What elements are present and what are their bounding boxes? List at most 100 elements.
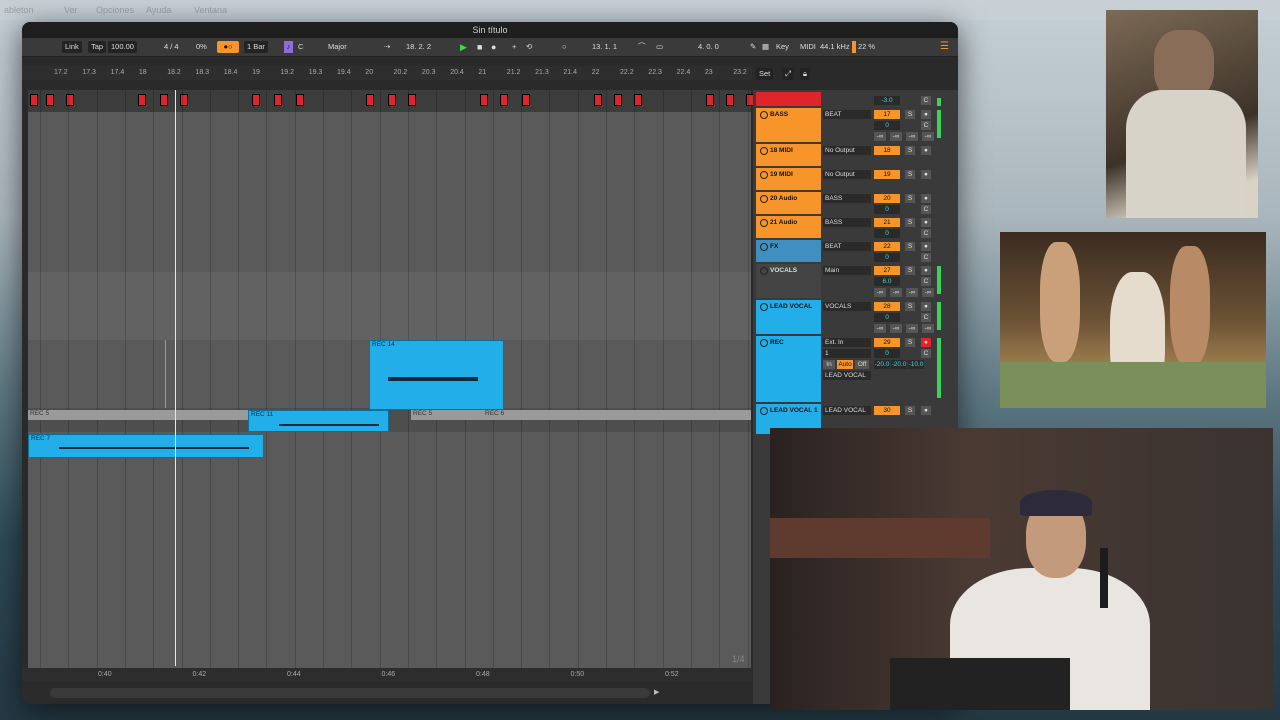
peak-level[interactable]: -∞ [890,324,902,333]
set-button[interactable]: Set [756,68,774,80]
send-field[interactable]: -20.0 [874,360,890,369]
routing-select[interactable]: LEAD VOCAL [823,406,871,415]
routing-select[interactable]: No Output [823,170,871,179]
arm-button[interactable]: ● [921,338,931,347]
track-number[interactable]: 27 [874,266,900,275]
volume-field[interactable]: 0 [874,205,900,214]
volume-field[interactable]: 0 [874,349,900,358]
playhead[interactable] [175,90,176,666]
solo-button[interactable]: S [905,110,915,119]
fold-icon[interactable] [760,171,768,179]
midi-note-marker[interactable] [46,94,54,106]
tempo-field[interactable]: 100.00 [108,41,137,53]
peak-level[interactable]: -∞ [890,132,902,141]
peak-level[interactable]: -∞ [874,132,886,141]
solo-button[interactable]: S [905,266,915,275]
track-header[interactable]: 21 Audio [756,216,821,238]
audio-clip[interactable]: REC 5 [28,410,248,420]
routing-select[interactable]: Ext. In [823,338,871,347]
midi-note-marker[interactable] [614,94,622,106]
midi-note-marker[interactable] [594,94,602,106]
menu-item[interactable]: Opciones [96,5,134,15]
solo-button[interactable]: S [905,194,915,203]
solo-button[interactable]: S [905,218,915,227]
scroll-right-icon[interactable]: ▶ [654,688,659,696]
input-channel-select[interactable]: 1 [823,349,871,358]
output-select[interactable]: LEAD VOCAL [823,371,871,380]
follow-icon[interactable]: ⇢ [384,41,390,53]
track-number[interactable]: 30 [874,406,900,415]
routing-select[interactable]: BASS [823,218,871,227]
arm-button[interactable]: ● [921,110,931,119]
fold-icon[interactable] [760,147,768,155]
menu-item[interactable]: Ayuda [146,5,171,15]
arm-button[interactable]: ● [921,170,931,179]
midi-note-marker[interactable] [726,94,734,106]
monitor-off-button[interactable]: Off [855,360,869,369]
metronome-icon[interactable]: ●○ [217,41,239,53]
arm-button[interactable]: ● [921,194,931,203]
monitor-auto-button[interactable]: Auto [837,360,853,369]
marker-lane[interactable] [28,90,754,113]
solo-button[interactable]: S [905,406,915,415]
routing-select[interactable]: BEAT [823,242,871,251]
lock-icon[interactable]: 🔒︎ [800,68,810,80]
track-lane[interactable] [28,172,751,223]
volume-field[interactable]: 0 [874,313,900,322]
track-number[interactable]: 19 [874,170,900,179]
midi-note-marker[interactable] [30,94,38,106]
fold-icon[interactable] [760,407,768,415]
solo-button[interactable]: S [905,170,915,179]
swing-field[interactable]: 0% [196,41,207,53]
track-header[interactable]: FX [756,240,821,262]
record-icon[interactable]: ● [491,41,496,53]
midi-note-marker[interactable] [66,94,74,106]
menu-item[interactable]: Ventana [194,5,227,15]
track-header[interactable]: 18 MIDI [756,144,821,166]
peak-level[interactable]: -∞ [890,288,902,297]
solo-button[interactable]: S [905,302,915,311]
arrangement-view[interactable]: REC 14 REC 5 REC 11 REC 5 REC 6 REC 7 [28,90,754,669]
track-header-red[interactable] [756,92,821,106]
routing-select[interactable]: BEAT [823,110,871,119]
scale-select[interactable]: Major [328,41,347,53]
midi-note-marker[interactable] [388,94,396,106]
arm-button[interactable]: ● [921,146,931,155]
routing-select[interactable]: No Output [823,146,871,155]
punch-icon[interactable]: ▭ [656,41,663,53]
solo-button[interactable]: S [905,242,915,251]
fold-icon[interactable] [760,339,768,347]
track-header[interactable]: LEAD VOCAL [756,300,821,334]
song-position[interactable]: 18. 2. 2 [406,41,431,53]
audio-clip[interactable]: REC 5 REC 6 [411,410,751,420]
arm-button[interactable]: ● [921,218,931,227]
track-number[interactable]: 21 [874,218,900,227]
peak-level[interactable]: -∞ [922,132,934,141]
track-number[interactable]: 22 [874,242,900,251]
expand-icon[interactable]: ⤢ [782,68,794,80]
track-header[interactable]: 20 Audio [756,192,821,214]
draw-icon[interactable]: ✎ [750,41,756,53]
track-lane[interactable] [28,222,751,273]
track-header[interactable]: BASS [756,108,821,142]
beat-ruler[interactable]: 17.2 17.3 17.4 18 18.2 18.3 18.4 19 19.2 19.3 19.4… [22,66,752,80]
midi-note-marker[interactable] [296,94,304,106]
key-select[interactable]: C [298,41,303,53]
routing-select[interactable]: VOCALS [823,302,871,311]
track-number[interactable]: 18 [874,146,900,155]
menu-item[interactable]: ableton [4,5,34,15]
audio-clip[interactable]: REC 14 [369,340,504,410]
menu-icon[interactable]: ☰ [940,41,949,53]
solo-button[interactable]: S [905,146,915,155]
pan-field[interactable]: C [921,253,931,262]
audio-clip[interactable]: REC 7 [28,434,264,458]
fold-icon[interactable] [760,303,768,311]
arm-button[interactable]: ● [921,266,931,275]
fold-icon[interactable] [760,267,768,275]
volume-field[interactable]: 0 [874,121,900,130]
midi-note-marker[interactable] [408,94,416,106]
peak-level[interactable]: -∞ [906,324,918,333]
midi-note-marker[interactable] [274,94,282,106]
routing-select[interactable]: Main [823,266,871,275]
arm-button[interactable]: ● [921,242,931,251]
